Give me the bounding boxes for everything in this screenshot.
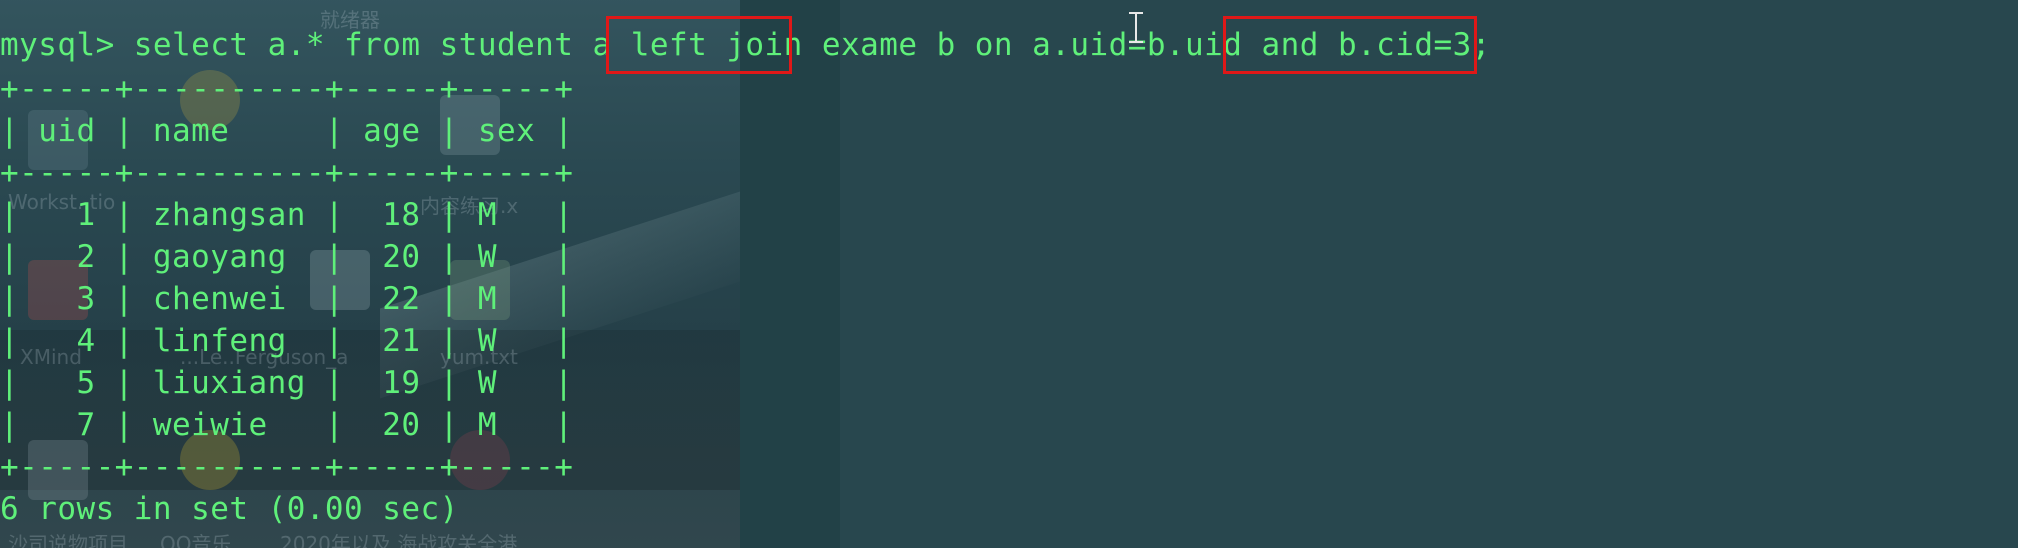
terminal-empty-area <box>740 0 2018 548</box>
highlight-and-condition <box>1223 16 1477 74</box>
result-footer: 6 rows in set (0.00 sec) <box>0 491 459 527</box>
panel-divider <box>740 0 840 548</box>
highlight-left-join <box>606 16 792 74</box>
terminal-window[interactable]: 就绪器 Workst..tio 内容练习.x XMind ...Le..Ferg… <box>0 0 2018 548</box>
desktop-label: QQ音乐 <box>160 532 232 548</box>
table-border-top: +-----+----------+-----+-----+ <box>0 71 574 107</box>
table-row: | 7 | weiwie | 20 | M | <box>0 407 574 443</box>
table-row: | 3 | chenwei | 22 | M | <box>0 281 574 317</box>
table-border-mid: +-----+----------+-----+-----+ <box>0 155 574 191</box>
table-row: | 2 | gaoyang | 20 | W | <box>0 239 574 275</box>
table-row: | 1 | zhangsan | 18 | M | <box>0 197 574 233</box>
table-header-row: | uid | name | age | sex | <box>0 113 574 149</box>
desktop-label: 沙司说物项目 <box>8 532 128 548</box>
table-row: | 5 | liuxiang | 19 | W | <box>0 365 574 401</box>
table-row: | 4 | linfeng | 21 | W | <box>0 323 574 359</box>
desktop-label: 2020年以及 海战攻关全港 <box>280 532 518 548</box>
text-cursor-icon <box>1128 10 1144 44</box>
table-border-bottom: +-----+----------+-----+-----+ <box>0 449 574 485</box>
